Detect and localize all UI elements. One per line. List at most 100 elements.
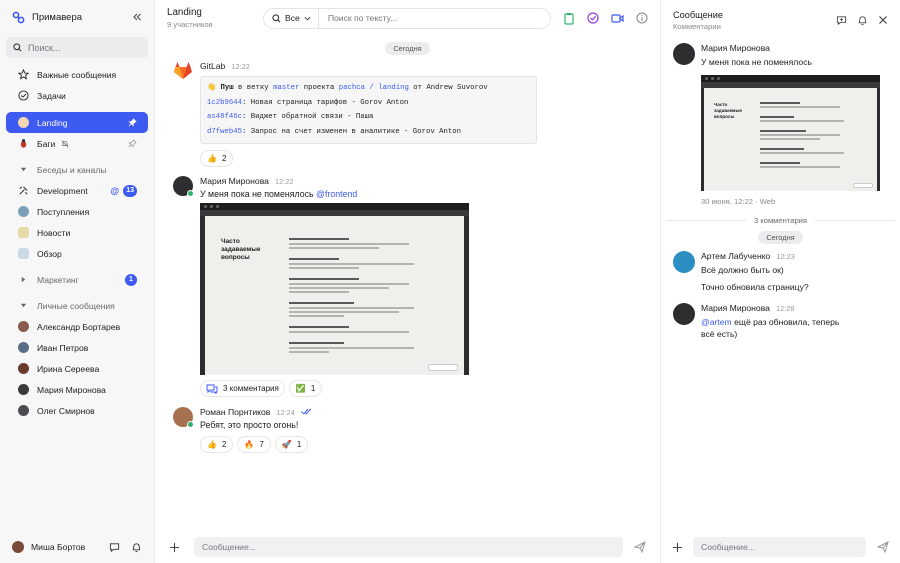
thread-reply: Артем Лабученко 12:23 Всё должно быть ок… <box>661 251 900 293</box>
clipboard-icon[interactable] <box>563 12 575 25</box>
sidebar-item-person[interactable]: Мария Миронова <box>6 379 148 400</box>
chevron-right-icon <box>17 274 29 286</box>
sidebar-item-landing[interactable]: Landing <box>6 112 148 133</box>
member-count[interactable]: 9 участников <box>167 20 263 29</box>
close-icon[interactable] <box>878 15 888 25</box>
avatar[interactable] <box>673 43 695 65</box>
thread-reply: Мария Миронова 12:28 @artem ещё раз обно… <box>661 303 900 340</box>
chat-icon[interactable] <box>109 542 120 553</box>
message-input[interactable]: Сообщение... <box>194 537 623 557</box>
mention-link[interactable]: @frontend <box>316 189 357 199</box>
channels-section-toggle[interactable]: Беседы и каналы <box>6 159 148 180</box>
sidebar-item-person[interactable]: Александр Бортарев <box>6 316 148 337</box>
mention-link[interactable]: @artem <box>701 317 732 327</box>
message-author[interactable]: Мария Миронова <box>701 303 770 313</box>
sidebar-item-label: Поступления <box>37 206 90 217</box>
sidebar-item-person[interactable]: Ирина Сереева <box>6 358 148 379</box>
push-notification: 👋 Пуш в ветку master проекта pachca / la… <box>200 76 537 144</box>
check-circle-icon <box>17 90 29 102</box>
sidebar-item-label: Обзор <box>37 248 62 259</box>
video-call-icon[interactable] <box>611 13 624 24</box>
chat-header: Landing 9 участников Все Поиск по тексту… <box>155 0 660 36</box>
commit-hash[interactable]: 1c2b9644 <box>207 99 242 107</box>
branch-link[interactable]: master <box>273 84 299 92</box>
message-author[interactable]: GitLab <box>200 61 225 71</box>
sidebar-item-tasks[interactable]: Задачи <box>6 85 148 106</box>
sidebar-item-person[interactable]: Иван Петров <box>6 337 148 358</box>
send-icon[interactable] <box>634 541 646 553</box>
comments-button[interactable]: 3 комментария <box>200 380 285 397</box>
thread-title: Сообщение <box>673 9 723 20</box>
pin-icon[interactable] <box>128 118 137 127</box>
bell-icon[interactable] <box>131 542 142 553</box>
sidebar-search[interactable]: Поиск... <box>6 37 148 58</box>
message-author[interactable]: Мария Миронова <box>701 43 880 53</box>
sidebar-item-bugs[interactable]: Баги <box>6 133 148 154</box>
commit-message: : Новая страница тарифов - Gorov Anton <box>242 98 409 107</box>
date-divider: Сегодня <box>758 231 803 244</box>
user-name[interactable]: Миша Бортов <box>31 542 109 552</box>
reaction[interactable]: 👍 2 <box>200 436 234 453</box>
commit-hash[interactable]: d7fweb45 <box>207 128 242 136</box>
avatar[interactable] <box>673 251 695 273</box>
search-icon <box>13 43 22 52</box>
pin-icon[interactable] <box>128 139 137 148</box>
thread-root-message: Мария Миронова У меня пока не поменялось… <box>661 43 900 206</box>
avatar[interactable] <box>12 541 24 553</box>
message: GitLab 12:22 👋 Пуш в ветку master проект… <box>155 61 660 167</box>
collapse-sidebar-icon[interactable] <box>132 12 142 22</box>
marketing-section-toggle[interactable]: Маркетинг 1 <box>6 269 148 290</box>
read-check-icon <box>301 408 311 415</box>
workspace-name: Примавера <box>32 11 83 23</box>
image-attachment[interactable]: Часто задаваемые вопросы <box>200 203 469 375</box>
search-filter-select[interactable]: Все <box>264 8 319 28</box>
sidebar-item-person[interactable]: Олег Смирнов <box>6 400 148 421</box>
chat-title[interactable]: Landing <box>167 7 263 18</box>
plus-icon[interactable] <box>672 542 683 553</box>
task-check-icon[interactable] <box>587 12 599 24</box>
message-author[interactable]: Мария Миронова <box>200 176 269 186</box>
sidebar: Примавера Поиск... Важные сообщения Зада… <box>0 0 155 563</box>
unread-badge: 1 <box>125 273 137 286</box>
info-icon[interactable] <box>636 12 648 24</box>
plus-icon[interactable] <box>169 542 180 553</box>
message-author[interactable]: Роман Порнтиков <box>200 407 270 417</box>
thread-input[interactable]: Сообщение... <box>693 537 866 557</box>
sidebar-item-label: Development <box>37 185 88 196</box>
commit-message: : Запрос на счет изменен в аналитике - G… <box>242 127 461 136</box>
commit-hash[interactable]: as48f46c <box>207 113 242 121</box>
sidebar-item-important[interactable]: Важные сообщения <box>6 64 148 85</box>
image-attachment[interactable]: Часто задаваемые вопросы <box>701 75 880 191</box>
avatar[interactable] <box>673 303 695 325</box>
avatar[interactable] <box>173 176 194 197</box>
sidebar-item-development[interactable]: Development @ 13 <box>6 180 148 201</box>
avatar <box>17 342 29 354</box>
commit-line: as48f46c: Виджет обратной связи - Паша <box>207 110 530 125</box>
search-input[interactable]: Поиск по тексту... <box>319 13 397 23</box>
commit-line: 1c2b9644: Новая страница тарифов - Gorov… <box>207 96 530 111</box>
reaction[interactable]: 👍 2 <box>200 150 234 167</box>
reaction[interactable]: ✅ 1 <box>288 380 323 397</box>
reaction[interactable]: 🚀 1 <box>274 436 309 453</box>
comments-divider: 3 комментария <box>666 216 896 225</box>
reaction-emoji: 👍 <box>207 440 217 449</box>
direct-section-toggle[interactable]: Личные сообщения <box>6 295 148 316</box>
avatar <box>17 321 29 333</box>
unread-badge: 13 <box>123 184 137 197</box>
message-text: Ребят, это просто огонь! <box>200 420 299 430</box>
sidebar-item-incoming[interactable]: Поступления <box>6 201 148 222</box>
sidebar-item-review[interactable]: Обзор <box>6 243 148 264</box>
commit-message: : Виджет обратной связи - Паша <box>242 113 374 121</box>
send-icon[interactable] <box>877 541 889 553</box>
workspace-header[interactable]: Примавера <box>0 0 154 34</box>
sidebar-item-news[interactable]: Новости <box>6 222 148 243</box>
sidebar-item-label: Мария Миронова <box>37 384 106 395</box>
avatar[interactable] <box>173 407 194 428</box>
review-icon <box>17 248 29 260</box>
project-link[interactable]: pachca / landing <box>339 84 409 92</box>
bell-icon[interactable] <box>857 15 868 26</box>
section-label: Маркетинг <box>37 274 79 285</box>
add-comment-icon[interactable] <box>836 15 847 26</box>
message-author[interactable]: Артем Лабученко <box>701 251 770 261</box>
reaction[interactable]: 🔥 7 <box>237 436 271 453</box>
